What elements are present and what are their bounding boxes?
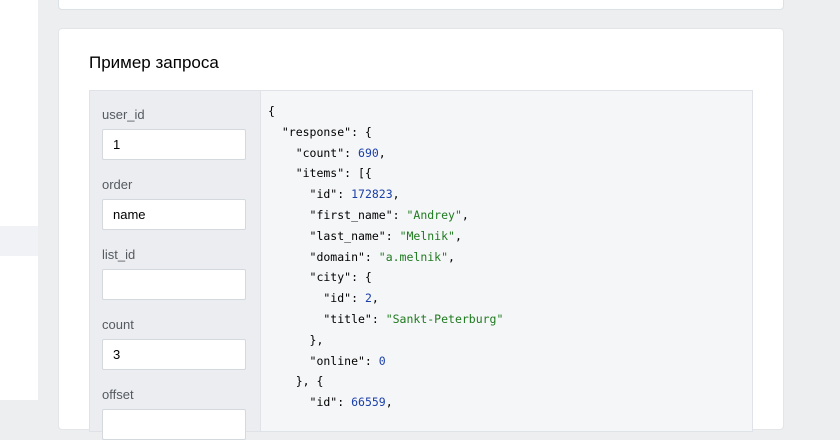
- section-title: Пример запроса: [89, 53, 219, 72]
- next-item-id: 66559: [351, 395, 386, 410]
- param-label-list-id: list_id: [102, 247, 136, 262]
- item-id: 172823: [351, 187, 393, 202]
- sidebar-active-item[interactable]: [0, 226, 38, 256]
- request-example-card: Пример запроса user_id order list_id cou…: [58, 28, 784, 440]
- param-label-order: order: [102, 177, 133, 192]
- param-label-count: count: [102, 317, 134, 332]
- user-id-input[interactable]: [102, 129, 246, 160]
- list-id-input[interactable]: [102, 269, 246, 300]
- item-last-name: "Melnik": [399, 228, 455, 243]
- left-sidebar: [0, 0, 38, 400]
- params-panel: user_id order list_id count offset: [90, 91, 261, 440]
- offset-input[interactable]: [102, 409, 246, 440]
- item-online: 0: [378, 353, 386, 368]
- item-first-name: "Andrey": [406, 207, 462, 222]
- previous-card: [58, 0, 784, 10]
- item-domain: "a.melnik": [378, 249, 449, 264]
- response-json: { "response": { "count": 690, "items": […: [268, 104, 504, 410]
- response-count: 690: [358, 145, 379, 160]
- order-input[interactable]: [102, 199, 246, 230]
- item-city-title: "Sankt-Peterburg": [385, 311, 504, 326]
- count-input[interactable]: [102, 339, 246, 370]
- item-city-id: 2: [364, 291, 372, 306]
- param-label-user-id: user_id: [102, 107, 145, 122]
- request-example-box: user_id order list_id count offset { "re…: [89, 90, 753, 440]
